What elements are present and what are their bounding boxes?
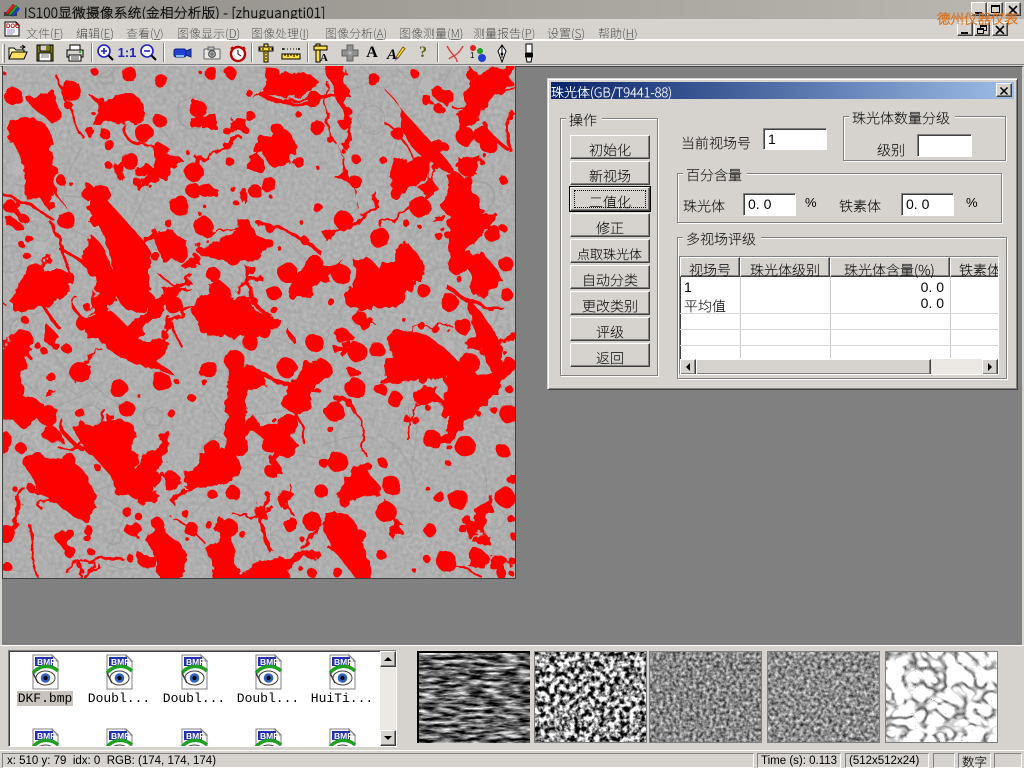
svg-text:1: 1 (470, 51, 475, 60)
svg-text:DOC: DOC (6, 24, 20, 30)
svg-text:A: A (320, 52, 328, 63)
